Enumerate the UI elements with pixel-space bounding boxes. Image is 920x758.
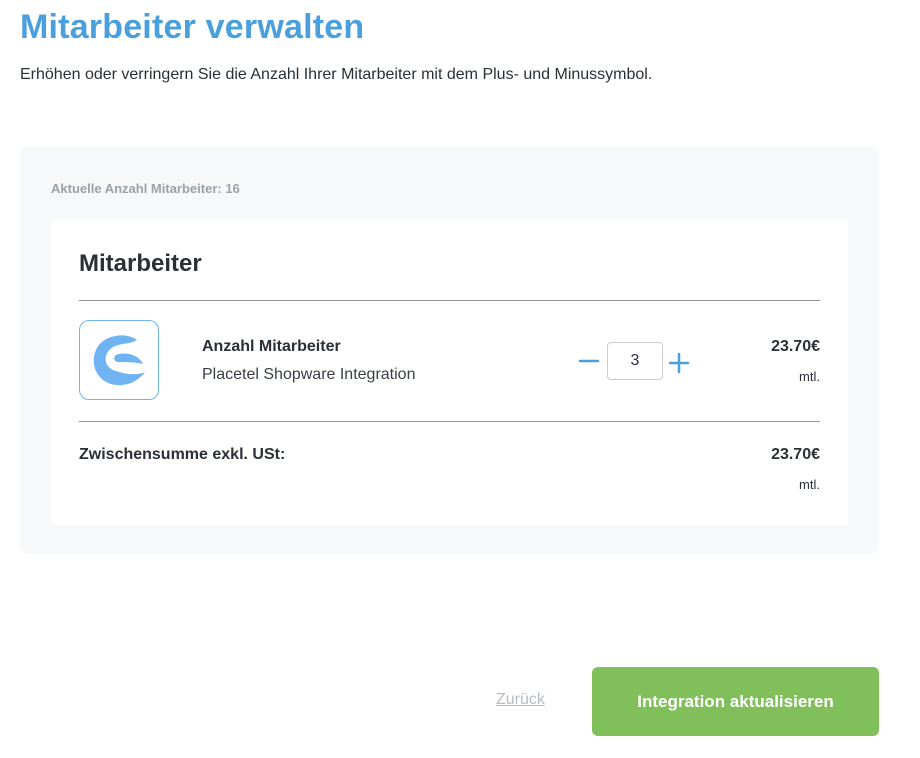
employee-panel: Aktuelle Anzahl Mitarbeiter: 16 Mitarbei… <box>20 146 879 554</box>
quantity-stepper[interactable] <box>607 342 663 380</box>
page-title: Mitarbeiter verwalten <box>20 8 365 46</box>
update-integration-button[interactable]: Integration aktualisieren <box>592 667 879 736</box>
subtotal-label: Zwischensumme exkl. USt: <box>79 446 286 463</box>
product-logo <box>79 320 159 400</box>
increase-button[interactable] <box>667 351 691 375</box>
divider <box>79 421 820 422</box>
back-link[interactable]: Zurück <box>496 691 545 709</box>
page-subtitle: Erhöhen oder verringern Sie die Anzahl I… <box>20 66 653 83</box>
divider <box>79 300 820 301</box>
decrease-button[interactable] <box>577 346 601 370</box>
subtotal-price: 23.70€ <box>771 446 820 463</box>
product-description: Placetel Shopware Integration <box>202 366 416 383</box>
product-price-unit: mtl. <box>799 369 820 384</box>
product-price: 23.70€ <box>771 338 820 355</box>
current-employee-count: Aktuelle Anzahl Mitarbeiter: 16 <box>51 181 240 196</box>
subtotal-price-unit: mtl. <box>799 477 820 492</box>
minus-icon <box>578 359 600 363</box>
card-title: Mitarbeiter <box>79 250 202 277</box>
product-name: Anzahl Mitarbeiter <box>202 338 341 355</box>
employee-card: Mitarbeiter Anzahl Mitarbeiter Placetel … <box>51 220 848 525</box>
shopware-logo-icon <box>93 335 145 386</box>
plus-icon <box>668 352 690 374</box>
